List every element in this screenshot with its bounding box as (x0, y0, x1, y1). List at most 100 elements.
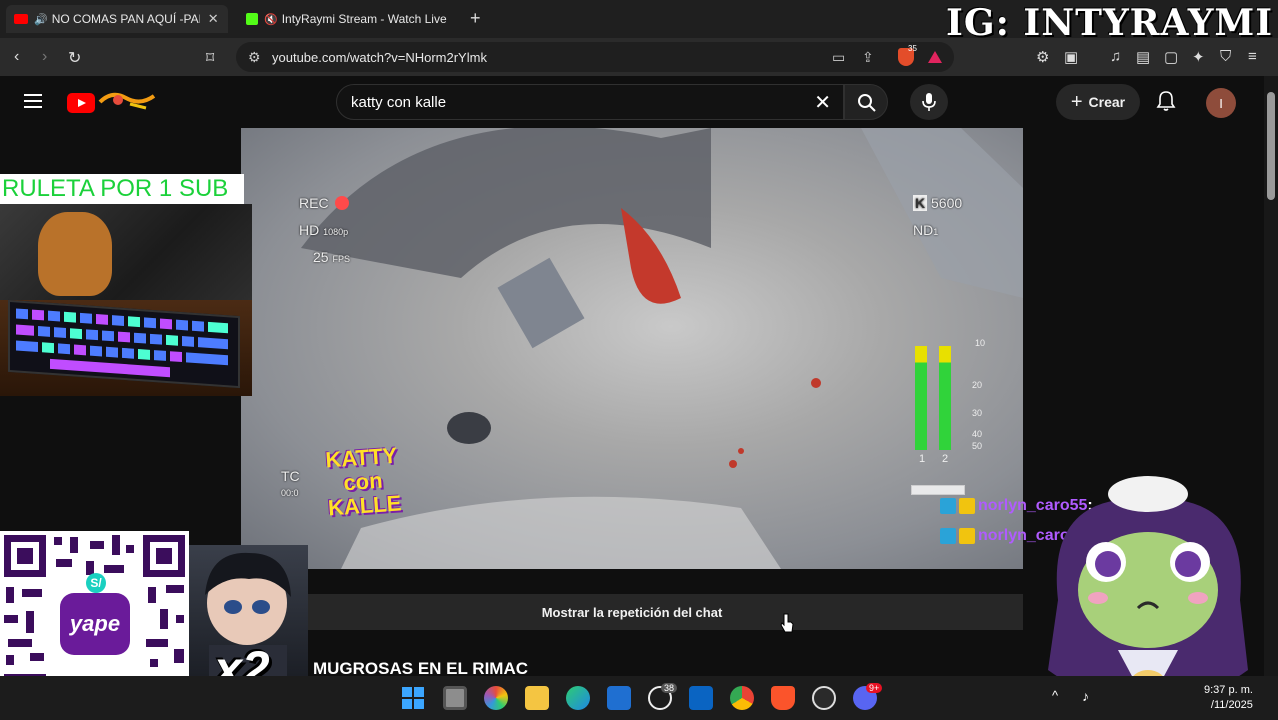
channel-label: 1 (919, 453, 926, 465)
site-info-icon[interactable]: ⚙ (248, 49, 261, 66)
file-explorer-icon[interactable] (525, 686, 549, 710)
webcam-keyboard (0, 299, 252, 396)
vpn-icon[interactable]: ⛉ (1220, 48, 1231, 65)
timecode-label: TC (281, 468, 300, 484)
audio-meter-1 (915, 346, 927, 450)
meter-label: 20 (972, 380, 983, 390)
fps-value: 25 (313, 249, 329, 265)
frog-vtuber-avatar (1048, 476, 1248, 706)
share-icon[interactable]: ⇪ (862, 49, 874, 66)
speaker-icon[interactable]: 🔊 (34, 13, 48, 26)
audio-meter-2 (939, 346, 951, 450)
search-button[interactable] (844, 84, 888, 120)
forward-icon[interactable]: › (42, 48, 47, 66)
microphone-icon (922, 93, 936, 111)
task-view-icon[interactable] (443, 686, 467, 710)
close-tab-icon[interactable]: ✕ (208, 11, 219, 27)
voice-search-button[interactable] (910, 84, 948, 120)
moderator-badge-icon (940, 498, 956, 514)
nd-value: 1 (933, 227, 939, 237)
rec-label: REC (299, 195, 329, 211)
meter-label: 40 (972, 429, 983, 439)
browser-tab-strip: 🔊 NO COMAS PAN AQUÍ -PANA ✕ 🔇 IntyRaymi … (0, 0, 1278, 44)
yape-logo: S/ yape (60, 573, 130, 655)
crown-badge-icon (959, 528, 975, 544)
rec-dot-icon (334, 196, 349, 210)
cast-icon[interactable]: ▭ (832, 49, 845, 66)
windows-start-icon[interactable] (401, 686, 425, 710)
notifications-bell-icon[interactable] (1156, 90, 1176, 112)
meter-label: 10 (975, 338, 986, 348)
back-icon[interactable]: ‹ (14, 48, 19, 66)
copilot-icon[interactable] (484, 686, 508, 710)
create-button[interactable]: + Crear (1056, 84, 1140, 120)
edge-icon[interactable] (566, 686, 590, 710)
plush-bear-image (38, 212, 112, 296)
search-box[interactable]: katty con kalle ✕ (336, 84, 844, 120)
hd-resolution: 1080p (323, 227, 349, 237)
extensions-icon[interactable]: ⚙ (1036, 48, 1049, 66)
channel-label: 2 (942, 453, 949, 465)
muted-speaker-icon[interactable]: 🔇 (264, 13, 278, 26)
avatar[interactable]: I (1206, 88, 1236, 118)
wallet-icon[interactable]: ▢ (1164, 48, 1178, 66)
crown-badge-icon (959, 498, 975, 514)
doodle-logo[interactable] (98, 88, 156, 112)
webcam-plush (0, 204, 252, 300)
clock-date: /11/2025 (1210, 699, 1253, 711)
page-scrollbar[interactable] (1264, 76, 1278, 676)
yape-currency-mark: S/ (86, 573, 106, 593)
hd-indicator: HD 1080p (299, 222, 348, 238)
yape-label: yape (69, 611, 121, 636)
tray-microphone-icon[interactable]: ♪ (1082, 688, 1089, 704)
ruleta-banner: RULETA POR 1 SUB (0, 174, 244, 204)
media-icon[interactable]: ♫ (1110, 48, 1121, 65)
chrome-icon[interactable] (730, 686, 754, 710)
nd-label: ND (913, 222, 934, 238)
meter-label: 50 (972, 441, 983, 451)
hamburger-menu-icon[interactable] (24, 94, 42, 108)
screenshot-icon[interactable]: ▣ (1064, 48, 1078, 66)
reload-icon[interactable]: ↻ (68, 48, 81, 68)
video-player[interactable]: REC HD 1080p 25 FPS K 5600 ND1 TC 00:0 1… (241, 128, 1023, 569)
fps-label: FPS (332, 254, 350, 264)
leo-ai-icon[interactable]: ✦ (1192, 48, 1205, 66)
tab-title: NO COMAS PAN AQUÍ -PANA (51, 12, 200, 26)
nd-indicator: ND1 (913, 222, 938, 238)
obs-icon[interactable] (812, 686, 836, 710)
tab-title: IntyRaymi Stream - Watch Live on (281, 12, 448, 26)
taskbar-clock[interactable]: 9:37 p. m. /11/2025 (1204, 683, 1253, 713)
tab-youtube[interactable]: 🔊 NO COMAS PAN AQUÍ -PANA ✕ (6, 5, 228, 33)
show-chat-replay-button[interactable]: Mostrar la repetición del chat (241, 594, 1023, 630)
sidebar-icon[interactable]: ▤ (1136, 48, 1150, 66)
hd-label: HD (299, 222, 320, 238)
search-icon (858, 94, 876, 112)
meter-label: 30 (972, 408, 983, 418)
brave-browser-icon[interactable] (771, 686, 795, 710)
search-input[interactable]: katty con kalle (351, 94, 446, 111)
store-icon[interactable] (607, 686, 631, 710)
youtube-header: katty con kalle ✕ + Crear I (0, 76, 1262, 128)
youtube-logo[interactable] (67, 93, 95, 113)
scrollbar-thumb[interactable] (1267, 92, 1275, 200)
bookmark-icon[interactable]: ⌑ (206, 48, 214, 68)
tab-kick[interactable]: 🔇 IntyRaymi Stream - Watch Live on (238, 5, 464, 33)
outlook-icon[interactable] (689, 686, 713, 710)
brave-rewards-icon[interactable] (928, 51, 942, 63)
fps-indicator: 25 FPS (313, 249, 350, 265)
tray-chevron-icon[interactable]: ^ (1052, 688, 1058, 703)
rec-indicator: REC (299, 195, 349, 211)
plus-icon: + (1070, 90, 1083, 113)
address-bar[interactable]: ⚙ youtube.com/watch?v=NHorm2rYlmk ▭ ⇪ 35 (236, 42, 954, 72)
url-text[interactable]: youtube.com/watch?v=NHorm2rYlmk (272, 50, 487, 65)
discord-badge: 9+ (866, 683, 883, 693)
menu-icon[interactable]: ≡ (1248, 48, 1257, 65)
katty-con-kalle-logo: KATTY con KALLE (324, 442, 403, 521)
windows-taskbar: 38 9+ ^ ♪ (0, 676, 1278, 720)
kelvin-value: 5600 (931, 195, 963, 211)
youtube-icon (14, 14, 28, 24)
keyboard-image (8, 299, 240, 389)
kick-icon (246, 13, 258, 25)
clear-search-icon[interactable]: ✕ (814, 90, 831, 115)
new-tab-button[interactable]: + (470, 8, 481, 29)
